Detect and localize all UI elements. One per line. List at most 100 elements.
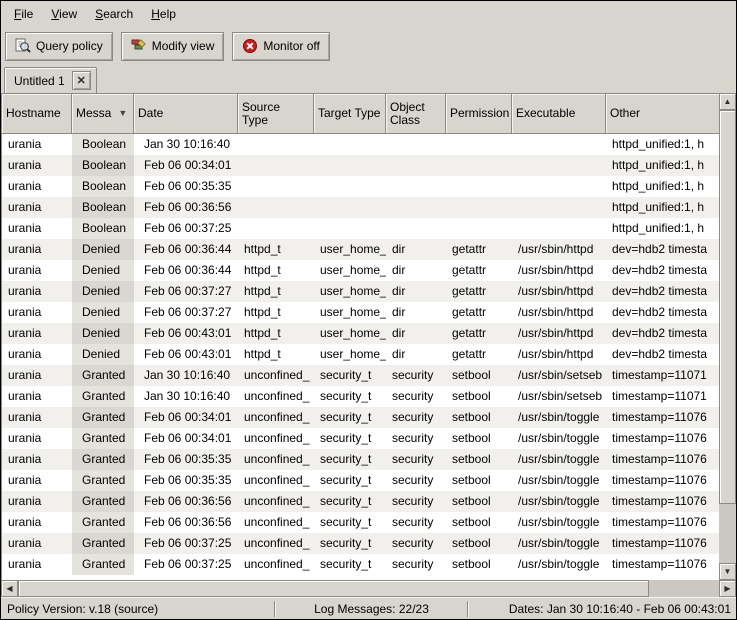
column-header-date[interactable]: Date	[134, 94, 238, 134]
scroll-up-button[interactable]: ▲	[719, 93, 736, 110]
column-header-messa[interactable]: Messa▼	[72, 94, 134, 134]
column-header-source-type[interactable]: Source Type	[238, 94, 314, 134]
table-row[interactable]: uraniaGrantedFeb 06 00:34:01unconfined_s…	[2, 428, 719, 449]
scroll-left-button[interactable]: ◀	[1, 580, 18, 597]
scroll-down-button[interactable]: ▼	[719, 563, 736, 580]
table-cell: urania	[2, 302, 72, 323]
table-cell: security	[386, 428, 446, 449]
menu-item-view[interactable]: View	[42, 3, 86, 25]
table-cell: Granted	[72, 386, 134, 407]
table-cell: Feb 06 00:36:56	[134, 491, 238, 512]
table-cell: Feb 06 00:36:44	[134, 260, 238, 281]
table-cell	[314, 197, 386, 218]
table-cell: unconfined_	[238, 554, 314, 575]
table-cell: Granted	[72, 533, 134, 554]
table-row[interactable]: uraniaBooleanFeb 06 00:34:01httpd_unifie…	[2, 155, 719, 176]
table-cell: Boolean	[72, 155, 134, 176]
horizontal-scroll-thumb[interactable]	[18, 580, 649, 597]
column-header-target-type[interactable]: Target Type	[314, 94, 386, 134]
table-cell: Jan 30 10:16:40	[134, 386, 238, 407]
table-row[interactable]: uraniaGrantedFeb 06 00:37:25unconfined_s…	[2, 533, 719, 554]
monitor-off-button[interactable]: Monitor off	[232, 32, 329, 61]
table-cell: dev=hdb2 timesta	[606, 323, 719, 344]
tab-close-button[interactable]: ✕	[72, 71, 91, 90]
table-cell: setbool	[446, 428, 512, 449]
table-row[interactable]: uraniaGrantedFeb 06 00:37:25unconfined_s…	[2, 554, 719, 575]
table-cell	[446, 197, 512, 218]
table-cell: dev=hdb2 timesta	[606, 344, 719, 365]
table-cell: urania	[2, 386, 72, 407]
table-cell	[512, 197, 606, 218]
column-header-object-class[interactable]: Object Class	[386, 94, 446, 134]
vertical-scrollbar[interactable]: ▲ ▼	[719, 93, 736, 580]
horizontal-scrollbar[interactable]: ◀ ▶	[1, 580, 736, 597]
table-cell: urania	[2, 491, 72, 512]
table-row[interactable]: uraniaGrantedJan 30 10:16:40unconfined_s…	[2, 386, 719, 407]
table-cell: timestamp=11076	[606, 407, 719, 428]
modify-view-button[interactable]: Modify view	[121, 32, 225, 61]
table-cell: user_home_	[314, 323, 386, 344]
column-header-permission[interactable]: Permission	[446, 94, 512, 134]
table-cell: Granted	[72, 365, 134, 386]
table-cell: httpd_t	[238, 281, 314, 302]
column-header-label: Executable	[516, 107, 575, 120]
vertical-scroll-thumb[interactable]	[719, 110, 736, 504]
table-row[interactable]: uraniaDeniedFeb 06 00:36:44httpd_tuser_h…	[2, 239, 719, 260]
table-cell	[386, 176, 446, 197]
table-cell: security_t	[314, 449, 386, 470]
table-cell: security	[386, 386, 446, 407]
table-row[interactable]: uraniaDeniedFeb 06 00:43:01httpd_tuser_h…	[2, 344, 719, 365]
tab-untitled-1[interactable]: Untitled 1 ✕	[4, 67, 97, 93]
query-policy-button[interactable]: Query policy	[5, 32, 113, 61]
table-cell: getattr	[446, 344, 512, 365]
table-row[interactable]: uraniaGrantedFeb 06 00:36:56unconfined_s…	[2, 512, 719, 533]
column-header-label: Source Type	[242, 101, 309, 127]
toolbar: Query policy Modify view Monitor off	[1, 27, 736, 65]
menu-item-file[interactable]: File	[5, 3, 42, 25]
table-cell: dev=hdb2 timesta	[606, 260, 719, 281]
menu-bar: FileViewSearchHelp	[1, 1, 736, 27]
table-cell	[386, 155, 446, 176]
table-row[interactable]: uraniaDeniedFeb 06 00:43:01httpd_tuser_h…	[2, 323, 719, 344]
scroll-right-button[interactable]: ▶	[719, 580, 736, 597]
table-cell: user_home_	[314, 281, 386, 302]
table-cell: Granted	[72, 554, 134, 575]
table-cell: /usr/sbin/toggle	[512, 449, 606, 470]
table-row[interactable]: uraniaGrantedFeb 06 00:34:01unconfined_s…	[2, 407, 719, 428]
table-row[interactable]: uraniaBooleanFeb 06 00:35:35httpd_unifie…	[2, 176, 719, 197]
table-row[interactable]: uraniaBooleanFeb 06 00:37:25httpd_unifie…	[2, 218, 719, 239]
table-cell: security	[386, 533, 446, 554]
table-row[interactable]: uraniaBooleanFeb 06 00:36:56httpd_unifie…	[2, 197, 719, 218]
table-row[interactable]: uraniaGrantedFeb 06 00:35:35unconfined_s…	[2, 449, 719, 470]
table-cell	[446, 218, 512, 239]
table-cell: urania	[2, 365, 72, 386]
table-row[interactable]: uraniaDeniedFeb 06 00:36:44httpd_tuser_h…	[2, 260, 719, 281]
table-cell: user_home_	[314, 260, 386, 281]
table-cell: Feb 06 00:37:27	[134, 281, 238, 302]
table-row[interactable]: uraniaBooleanJan 30 10:16:40httpd_unifie…	[2, 134, 719, 155]
table-cell: Feb 06 00:37:25	[134, 554, 238, 575]
table-cell: httpd_unified:1, h	[606, 155, 719, 176]
table-cell: httpd_t	[238, 302, 314, 323]
app-window: FileViewSearchHelp Query policy Modify v…	[0, 0, 737, 620]
table-row[interactable]: uraniaDeniedFeb 06 00:37:27httpd_tuser_h…	[2, 302, 719, 323]
table-cell: user_home_	[314, 344, 386, 365]
table-cell	[386, 218, 446, 239]
table-cell: timestamp=11071	[606, 386, 719, 407]
column-header-other[interactable]: Other	[606, 94, 719, 134]
log-table-area: HostnameMessa▼DateSource TypeTarget Type…	[1, 93, 736, 597]
table-row[interactable]: uraniaGrantedFeb 06 00:35:35unconfined_s…	[2, 470, 719, 491]
vertical-scroll-track[interactable]	[719, 110, 736, 563]
table-cell	[238, 218, 314, 239]
table-row[interactable]: uraniaGrantedFeb 06 00:36:56unconfined_s…	[2, 491, 719, 512]
table-cell: httpd_t	[238, 323, 314, 344]
menu-item-search[interactable]: Search	[86, 3, 142, 25]
menu-item-help[interactable]: Help	[142, 3, 185, 25]
horizontal-scroll-track[interactable]	[18, 580, 719, 597]
table-cell	[446, 155, 512, 176]
table-row[interactable]: uraniaDeniedFeb 06 00:37:27httpd_tuser_h…	[2, 281, 719, 302]
column-header-hostname[interactable]: Hostname	[2, 94, 72, 134]
table-cell: httpd_unified:1, h	[606, 134, 719, 155]
table-row[interactable]: uraniaGrantedJan 30 10:16:40unconfined_s…	[2, 365, 719, 386]
column-header-executable[interactable]: Executable	[512, 94, 606, 134]
